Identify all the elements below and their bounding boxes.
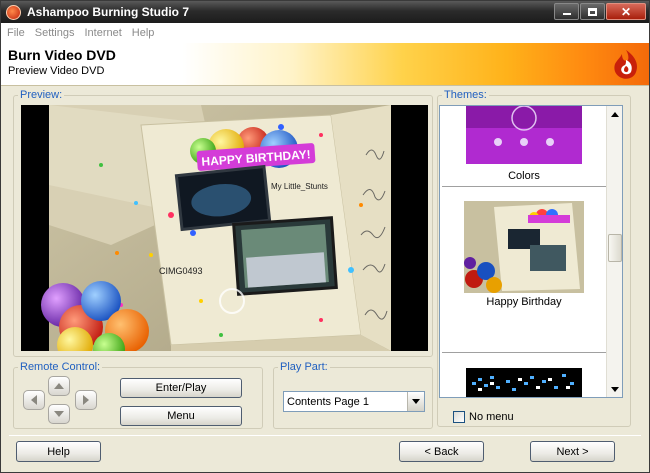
themes-list[interactable]: Colors Happy Birthday — [439, 105, 623, 398]
app-logo-icon[interactable] — [6, 4, 21, 20]
birthday-menu-preview: HAPPY BIRTHDAY! My Little_Stunts CIMG049… — [21, 105, 428, 351]
theme-colors-thumbnail — [466, 106, 582, 164]
menu-settings[interactable]: Settings — [35, 27, 75, 39]
chevron-down-icon — [412, 399, 420, 404]
arrow-left-icon — [31, 395, 37, 405]
window-title: Ashampoo Burning Studio 7 — [27, 5, 189, 19]
theme-separator — [442, 352, 606, 353]
window-controls: ✕ — [554, 3, 646, 20]
no-menu-label: No menu — [469, 411, 514, 423]
ashampoo-flame-logo-icon — [614, 50, 637, 79]
arrow-up-icon — [611, 111, 619, 117]
maximize-button[interactable] — [580, 3, 605, 20]
play-part-value: Contents Page 1 — [287, 395, 369, 408]
no-menu-checkbox[interactable] — [453, 411, 465, 423]
enter-play-button[interactable]: Enter/Play — [120, 378, 242, 398]
app-window: Ashampoo Burning Studio 7 ✕ File Setting… — [0, 0, 650, 473]
back-button[interactable]: < Back — [399, 441, 484, 462]
remote-down-button[interactable] — [48, 404, 70, 424]
theme-happy-birthday-label: Happy Birthday — [486, 296, 562, 308]
scroll-up-button[interactable] — [607, 106, 622, 122]
no-menu-option[interactable]: No menu — [453, 411, 514, 423]
theme-happy-birthday-thumbnail — [464, 201, 584, 293]
play-part-select[interactable]: Contents Page 1 — [283, 391, 425, 412]
themes-scrollbar[interactable] — [606, 106, 622, 397]
next-button[interactable]: Next > — [530, 441, 615, 462]
close-button[interactable]: ✕ — [606, 3, 646, 20]
main-content: Preview: HAPPY BIRTHDAY! My Little_Stunt… — [1, 87, 649, 472]
help-button[interactable]: Help — [16, 441, 101, 462]
thumb2-caption: My Little_Stunts — [271, 182, 328, 191]
scroll-thumb[interactable] — [608, 234, 622, 262]
remote-right-button[interactable] — [75, 390, 97, 410]
theme-colors[interactable]: Colors — [440, 106, 608, 182]
remote-control-label: Remote Control: — [18, 361, 103, 373]
dropdown-button[interactable] — [407, 392, 424, 411]
maximize-icon — [588, 7, 597, 16]
footer-divider — [9, 435, 641, 436]
arrow-down-icon — [54, 411, 64, 417]
remote-up-button[interactable] — [48, 376, 70, 396]
play-part-label: Play Part: — [278, 361, 330, 373]
close-icon: ✕ — [620, 4, 632, 19]
remote-dpad — [21, 376, 99, 426]
video-preview: HAPPY BIRTHDAY! My Little_Stunts CIMG049… — [21, 105, 428, 351]
menu-help[interactable]: Help — [132, 27, 155, 39]
arrow-down-icon — [611, 386, 619, 392]
themes-label: Themes: — [442, 89, 489, 101]
scroll-down-button[interactable] — [607, 381, 622, 397]
thumb1-caption: CIMG0493 — [159, 266, 203, 276]
menu-button[interactable]: Menu — [120, 406, 242, 426]
title-bar[interactable]: Ashampoo Burning Studio 7 ✕ — [1, 1, 649, 23]
remote-left-button[interactable] — [23, 390, 45, 410]
minimize-button[interactable] — [554, 3, 579, 20]
theme-colors-label: Colors — [508, 170, 540, 182]
menu-internet[interactable]: Internet — [84, 27, 121, 39]
menu-file[interactable]: File — [7, 27, 25, 39]
menu-bar: File Settings Internet Help — [1, 23, 649, 43]
page-subtitle: Preview Video DVD — [8, 65, 105, 77]
arrow-right-icon — [83, 395, 89, 405]
theme-happy-birthday[interactable]: Happy Birthday — [440, 201, 608, 308]
theme-third[interactable] — [440, 368, 608, 397]
arrow-up-icon — [54, 383, 64, 389]
theme-separator — [442, 186, 606, 187]
theme-equalizer-thumbnail — [466, 368, 582, 397]
page-header: Burn Video DVD Preview Video DVD — [1, 43, 649, 86]
page-title: Burn Video DVD — [8, 47, 116, 63]
minimize-icon — [562, 13, 571, 15]
preview-label: Preview: — [18, 89, 65, 101]
